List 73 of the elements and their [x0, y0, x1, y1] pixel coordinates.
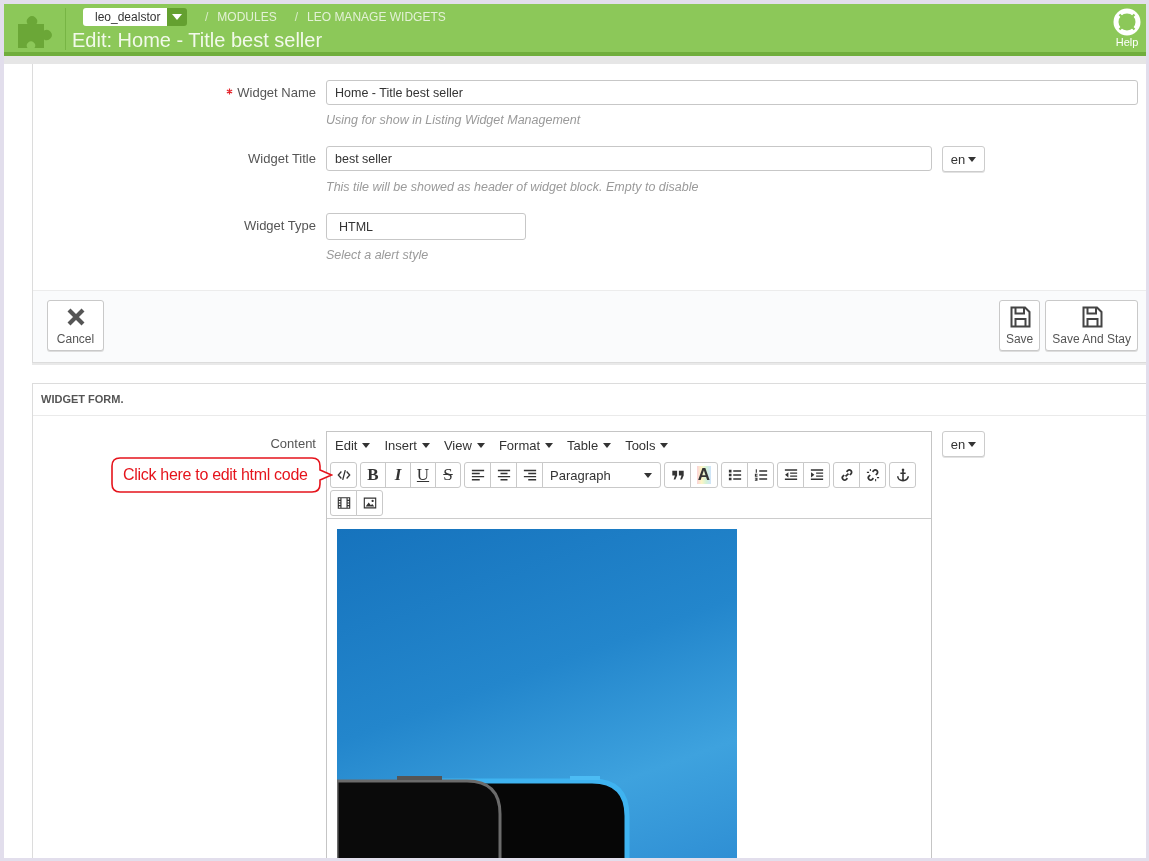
outdent-button[interactable]: [777, 462, 804, 488]
bullet-list-icon: [727, 468, 742, 482]
caret-icon: [362, 443, 371, 448]
breadcrumb-separator: /: [205, 9, 209, 26]
type-select[interactable]: HTML: [326, 213, 526, 240]
lifebuoy-icon: [1113, 8, 1141, 36]
field-label: Widget Name: [237, 84, 316, 102]
save-button[interactable]: Save: [998, 300, 1041, 351]
bullet-list-button[interactable]: [721, 462, 748, 488]
shop-selector[interactable]: leo_dealstor: [83, 8, 167, 26]
indent-button[interactable]: [803, 462, 830, 488]
field-label: Widget Type: [243, 217, 316, 235]
menu-item[interactable]: Tools: [619, 434, 675, 457]
align-center-button[interactable]: [490, 462, 517, 488]
menu-item[interactable]: Table: [561, 434, 618, 457]
dropdown-button[interactable]: [167, 8, 187, 26]
film-icon: [336, 496, 351, 510]
unlink-button[interactable]: [859, 462, 886, 488]
text-field[interactable]: best seller: [326, 146, 932, 171]
align-left-icon: [470, 468, 485, 482]
numbered-list-icon: [753, 468, 768, 482]
italic-button[interactable]: I: [385, 462, 411, 488]
caret-icon: [968, 441, 977, 447]
outdent-icon: [783, 468, 798, 482]
link-button[interactable]: [833, 462, 860, 488]
help-text: Using for show in Listing Widget Management: [326, 112, 582, 128]
align-center-icon: [496, 468, 511, 482]
field-label: Content: [270, 435, 316, 453]
menu-item[interactable]: View: [437, 434, 491, 457]
text-field[interactable]: Home - Title best seller: [326, 80, 1138, 105]
image-button[interactable]: [356, 490, 383, 516]
caret-icon: [968, 156, 977, 162]
bold-button[interactable]: B: [360, 462, 386, 488]
language-button[interactable]: en: [942, 146, 985, 172]
numbered-list-button[interactable]: [747, 462, 774, 488]
format-dropdown[interactable]: Paragraph: [542, 462, 661, 488]
text-color-button[interactable]: A: [690, 462, 718, 488]
help-text: Select a alert style: [326, 247, 430, 263]
cancel-button[interactable]: Cancel: [47, 300, 104, 351]
unlink-icon: [865, 468, 880, 482]
indent-icon: [809, 468, 824, 482]
caret-icon: [172, 14, 182, 20]
caret-icon: [545, 443, 554, 448]
page-title: Edit: Home - Title best seller: [72, 28, 324, 52]
align-left-button[interactable]: [464, 462, 491, 488]
anchor-icon: [895, 468, 910, 482]
video-button[interactable]: [330, 490, 357, 516]
code-icon: [336, 468, 351, 482]
align-right-button[interactable]: [516, 462, 543, 488]
save-button[interactable]: Save And Stay: [1045, 300, 1138, 351]
caret-icon: [660, 443, 669, 448]
field-label: Widget Title: [248, 150, 316, 168]
caret-icon: [476, 443, 485, 448]
menu-item[interactable]: Insert: [378, 434, 436, 457]
menu-item[interactable]: Format: [492, 434, 560, 457]
strikethrough-button[interactable]: S: [435, 462, 461, 488]
breadcrumb-separator: /: [294, 9, 299, 26]
caret-icon: [421, 443, 430, 448]
anchor-button[interactable]: [889, 462, 916, 488]
quote-icon: [670, 468, 685, 482]
caret-icon: [603, 443, 612, 448]
underline-button[interactable]: U: [410, 462, 436, 488]
blockquote-button[interactable]: [664, 462, 691, 488]
callout: Click here to edit html code: [111, 457, 333, 493]
link-icon: [839, 468, 854, 482]
picture-icon: [362, 496, 377, 510]
code-button[interactable]: [330, 462, 357, 488]
help-text: This tile will be showed as header of widget block. Empty to disable: [326, 179, 700, 195]
align-right-icon: [522, 468, 537, 482]
menu-item[interactable]: Edit: [329, 434, 377, 457]
caret-icon: [644, 472, 652, 478]
language-button[interactable]: en: [942, 431, 985, 457]
panel-title: WIDGET FORM.: [33, 384, 1146, 416]
